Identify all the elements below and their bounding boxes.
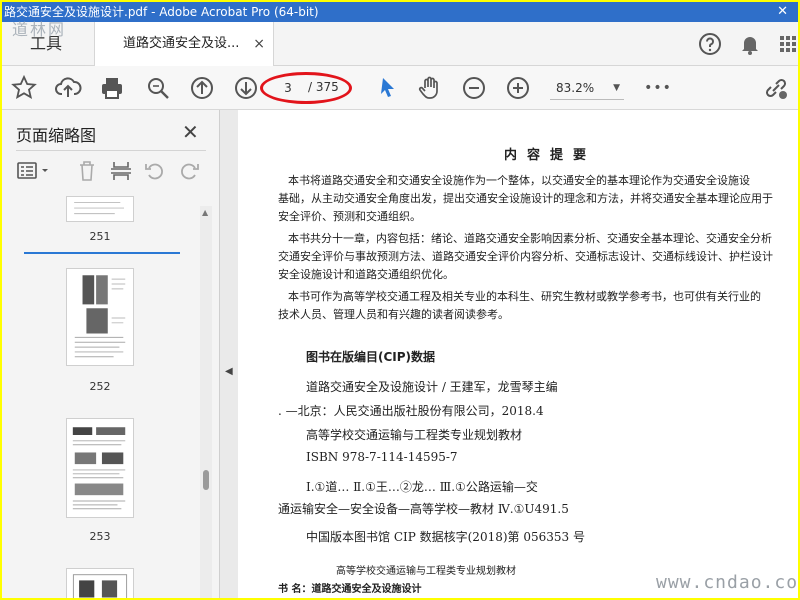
help-icon[interactable] — [698, 32, 722, 56]
zoom-in-icon[interactable] — [504, 74, 532, 102]
tab-bar: 工具 道路交通安全及设... × — [2, 22, 798, 67]
rotate-counterclockwise-icon[interactable] — [142, 158, 168, 184]
panel-title: 页面缩略图 — [16, 126, 97, 145]
divider — [16, 150, 206, 151]
star-bookmark-icon[interactable] — [10, 74, 38, 102]
cip-line: 道路交通安全及设施设计 / 王建军，龙雪琴主编 — [306, 380, 558, 394]
panel-close-button[interactable]: ✕ — [182, 120, 199, 144]
page-heading: 内容提要 — [504, 148, 597, 163]
paragraph-line: 安全设施设计和道路交通组织优化。 — [278, 268, 454, 281]
cip-line: . —北京：人民交通出版社股份有限公司，2018.4 — [278, 404, 544, 418]
cip-line: ISBN 978-7-114-14595-7 — [306, 450, 458, 464]
series-title: 高等学校交通运输与工程类专业规划教材 — [336, 566, 516, 577]
hand-tool-icon[interactable] — [416, 74, 444, 102]
thumbnail-page-252[interactable] — [66, 268, 134, 366]
document-view: 内容提要 本书将道路交通安全和交通安全设施作为一个整体，以交通安全的基本理论作为… — [238, 110, 798, 598]
thumbnail-label: 252 — [89, 380, 111, 393]
scroll-up-icon[interactable]: ▲ — [202, 208, 208, 217]
title-bar: 路交通安全及设施设计.pdf - Adobe Acrobat Pro (64-b… — [2, 2, 798, 22]
rotate-clockwise-icon[interactable] — [176, 158, 202, 184]
tab-document[interactable]: 道路交通安全及设... × — [94, 22, 274, 67]
select-cursor-icon[interactable] — [374, 74, 402, 102]
selected-thumbnail-indicator — [24, 252, 180, 254]
cip-line: 中国版本图书馆 CIP 数据核字(2018)第 056353 号 — [306, 530, 585, 544]
next-page-icon[interactable] — [232, 74, 260, 102]
paragraph-line: 本书共分十一章，内容包括：绪论、道路交通安全影响因素分析、交通安全基本理论、交通… — [288, 232, 772, 245]
zoom-out-icon[interactable] — [460, 74, 488, 102]
collapse-left-icon: ◀ — [225, 366, 233, 377]
panel-collapse-handle[interactable]: ◀ — [220, 110, 238, 598]
window-close-button[interactable]: ✕ — [777, 2, 788, 22]
red-highlight-circle — [260, 72, 352, 104]
cip-line: 通运输安全—安全设备—高等学校—教材 Ⅳ.①U491.5 — [278, 502, 569, 516]
book-name-line: 书 名：道路交通安全及设施设计 — [278, 584, 422, 595]
print-icon[interactable] — [98, 74, 126, 102]
chevron-down-icon: ▼ — [613, 83, 620, 93]
insert-page-icon[interactable] — [108, 158, 134, 184]
paragraph-line: 技术人员、管理人员和有兴趣的读者阅读参考。 — [278, 308, 509, 321]
paragraph-line: 本书可作为高等学校交通工程及相关专业的本科生、研究生教材或教学参考书，也可供有关… — [288, 290, 761, 303]
thumbnail-page-254[interactable] — [66, 568, 134, 598]
thumbnail-list: 251 252 253 — [2, 196, 202, 598]
zoom-level-value: 83.2% — [556, 81, 595, 95]
bell-icon[interactable] — [738, 32, 762, 56]
main-toolbar: / 375 83.2% ▼ ••• — [2, 66, 798, 110]
paragraph-line: 基础，从主动交通安全角度出发，提出交通安全设施设计的理念和方法，并将交通安全基本… — [278, 192, 773, 205]
thumbnail-page-251[interactable] — [66, 196, 134, 222]
paragraph-line: 安全评价、预测和交通组织。 — [278, 210, 421, 223]
zoom-level-dropdown[interactable]: 83.2% ▼ — [550, 76, 624, 100]
more-options-button[interactable]: ••• — [644, 74, 672, 102]
thumbnail-scrollbar[interactable]: ▲ — [200, 206, 212, 598]
paragraph-line: 本书将道路交通安全和交通安全设施作为一个整体，以交通安全的基本理论作为交通安全设… — [288, 174, 750, 187]
tab-close-button[interactable]: × — [253, 22, 265, 66]
page-thumbnails-panel: 页面缩略图 ✕ 251 252 253 ▲ — [2, 110, 220, 598]
cip-title: 图书在版编目(CIP)数据 — [306, 350, 436, 364]
site-logo-watermark: 道林网 — [12, 20, 67, 39]
site-url-watermark: www.cndao.com — [656, 572, 798, 593]
thumbnail-toolbar — [12, 156, 212, 186]
thumbnail-page-253[interactable] — [66, 418, 134, 518]
apps-grid-icon[interactable] — [776, 32, 798, 56]
thumbnail-label: 253 — [89, 530, 111, 543]
paragraph-line: 交通安全评价与事故预测方法、道路交通安全评价内容分析、交通标志设计、交通标线设计… — [278, 250, 773, 263]
thumbnail-options-icon[interactable] — [16, 158, 52, 184]
cip-line: 高等学校交通运输与工程类专业规划教材 — [306, 428, 523, 442]
zoom-search-icon[interactable] — [144, 74, 172, 102]
thumbnail-label: 251 — [89, 230, 111, 243]
cip-line: Ⅰ.①道… Ⅱ.①王…②龙… Ⅲ.①公路运输—交 — [306, 480, 538, 494]
scrollbar-thumb[interactable] — [203, 470, 209, 490]
upload-cloud-icon[interactable] — [54, 74, 82, 102]
acrobat-window: 路交通安全及设施设计.pdf - Adobe Acrobat Pro (64-b… — [2, 2, 798, 598]
tab-document-label: 道路交通安全及设... — [123, 36, 240, 51]
previous-page-icon[interactable] — [188, 74, 216, 102]
delete-page-icon[interactable] — [74, 158, 100, 184]
share-link-icon[interactable] — [762, 74, 790, 102]
